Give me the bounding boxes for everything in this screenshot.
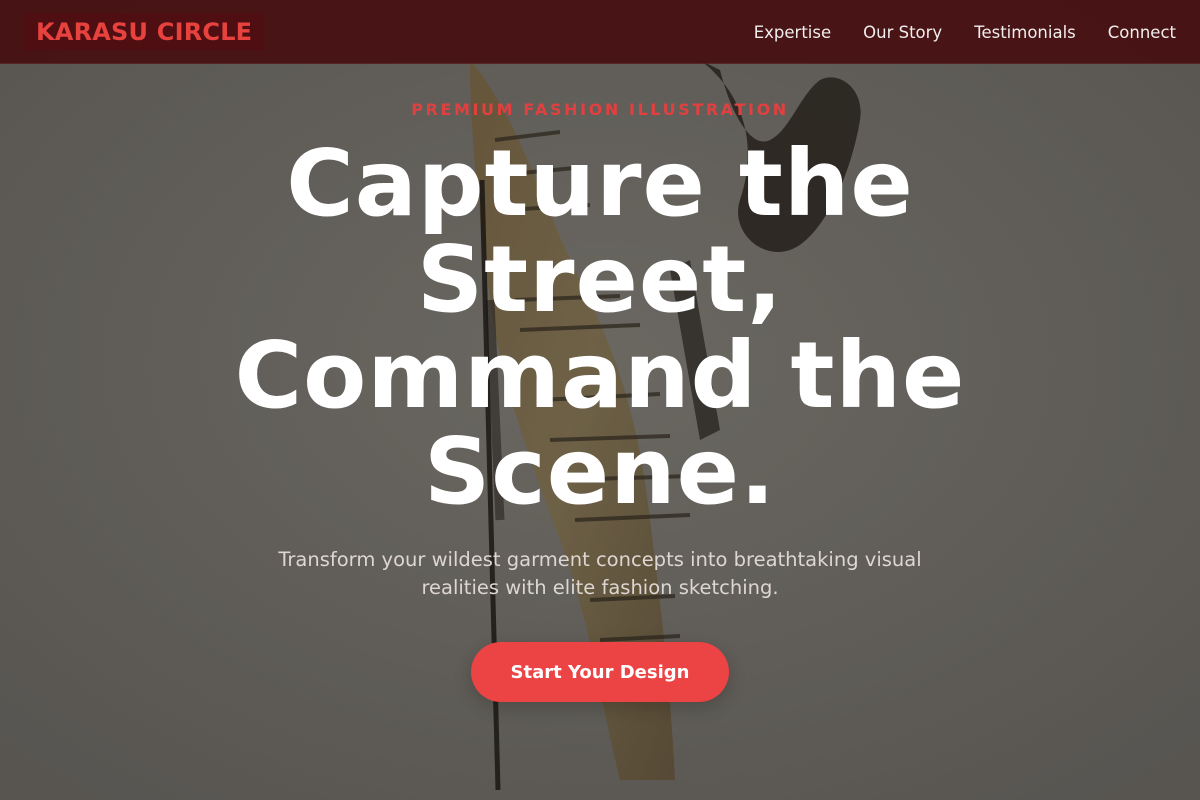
brand-logo[interactable]: KARASU CIRCLE [24, 13, 265, 50]
nav-link-expertise[interactable]: Expertise [754, 23, 831, 42]
start-design-button[interactable]: Start Your Design [471, 642, 729, 702]
hero-headline: Capture the Street, Command the Scene. [234, 130, 966, 525]
nav-link-our-story[interactable]: Our Story [863, 23, 942, 42]
main-nav: Expertise Our Story Testimonials Connect [754, 0, 1176, 64]
nav-link-testimonials[interactable]: Testimonials [974, 23, 1076, 42]
hero-eyebrow: PREMIUM FASHION ILLUSTRATION [411, 100, 789, 119]
nav-link-connect[interactable]: Connect [1108, 23, 1176, 42]
hero-subtitle: Transform your wildest garment concepts … [278, 548, 922, 599]
site-header: KARASU CIRCLE Expertise Our Story Testim… [0, 0, 1200, 64]
hero-section: PREMIUM FASHION ILLUSTRATION Capture the… [0, 64, 1200, 800]
landing-page: KARASU CIRCLE Expertise Our Story Testim… [0, 0, 1200, 800]
